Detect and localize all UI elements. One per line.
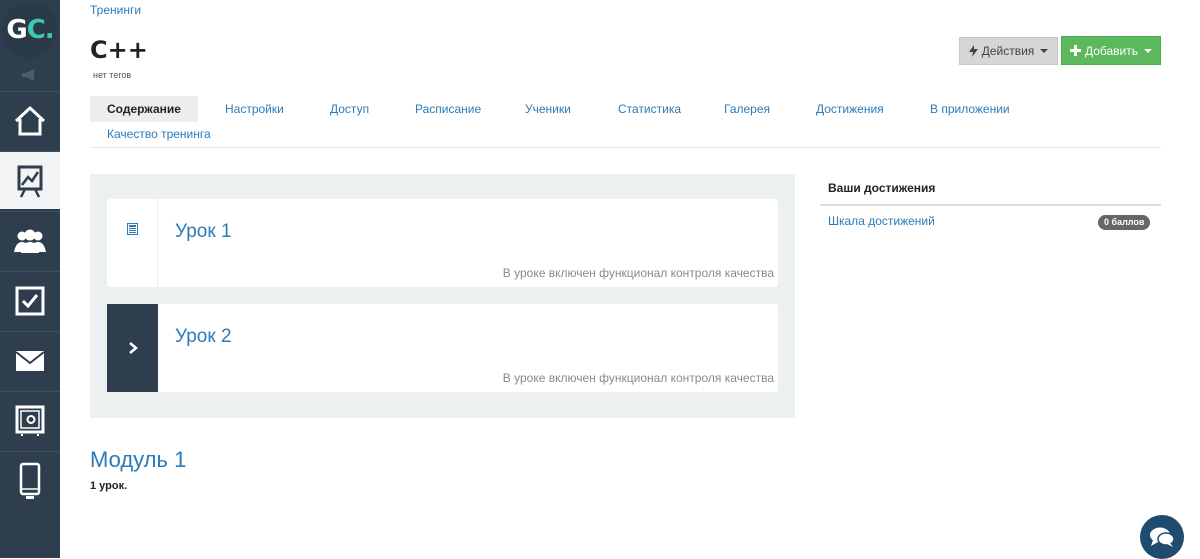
lesson-card[interactable]: Урок 2 В уроке включен функционал контро… xyxy=(107,304,778,392)
safe-icon xyxy=(15,405,45,436)
lesson-card[interactable]: Урок 1 В уроке включен функционал контро… xyxy=(107,199,778,287)
logo-letter-c: C. xyxy=(26,15,55,45)
chat-bubbles-icon xyxy=(1150,527,1175,547)
logo[interactable]: G C. xyxy=(0,0,60,60)
lesson-title[interactable]: Урок 1 xyxy=(175,221,232,243)
plus-icon xyxy=(1069,45,1081,56)
tab-gallery[interactable]: Галерея xyxy=(724,96,770,122)
sidebar-item-trainings[interactable] xyxy=(0,151,60,209)
breadcrumb-trainings[interactable]: Тренинги xyxy=(90,3,141,17)
megaphone-icon xyxy=(22,69,34,81)
tab-content[interactable]: Содержание xyxy=(90,96,198,122)
announcements-button[interactable] xyxy=(0,62,60,88)
chart-board-icon xyxy=(17,165,43,198)
achievements-title: Ваши достижения xyxy=(828,181,936,195)
sidebar-item-messages[interactable] xyxy=(0,331,60,389)
caret-down-icon xyxy=(1040,49,1049,53)
caret-down-icon xyxy=(1144,48,1153,53)
tab-training-quality[interactable]: Качество тренинга xyxy=(107,121,211,147)
tab-achievements[interactable]: Достижения xyxy=(816,96,884,122)
document-icon xyxy=(126,223,138,235)
tab-settings[interactable]: Настройки xyxy=(225,96,284,122)
achievements-scale-link[interactable]: Шкала достижений xyxy=(828,214,935,228)
sidebar-item-home[interactable] xyxy=(0,91,60,149)
tabs-divider xyxy=(90,147,1161,148)
logo-letter-g: G xyxy=(6,15,27,45)
module-title[interactable]: Модуль 1 xyxy=(90,447,186,473)
actions-label: Действия xyxy=(981,44,1035,58)
tags-label: нет тегов xyxy=(93,70,132,80)
lessons-list: Урок 1 В уроке включен функционал контро… xyxy=(90,174,795,418)
module-lesson-count: 1 урок. xyxy=(90,480,128,492)
sidebar-item-mobile[interactable] xyxy=(0,451,60,509)
sidebar-item-tasks[interactable] xyxy=(0,271,60,329)
page-title: C++ xyxy=(90,36,148,64)
tab-access[interactable]: Доступ xyxy=(330,96,369,122)
add-dropdown-button[interactable]: Добавить xyxy=(1061,36,1161,65)
lesson-quality-note: В уроке включен функционал контроля каче… xyxy=(502,266,774,280)
tab-in-app[interactable]: В приложении xyxy=(930,96,1010,122)
mail-icon xyxy=(15,350,45,371)
bolt-icon xyxy=(968,45,978,57)
chat-button[interactable] xyxy=(1140,515,1184,559)
points-badge: 0 баллов xyxy=(1098,215,1151,230)
sidebar: G C. xyxy=(0,0,60,558)
add-label: Добавить xyxy=(1084,43,1139,58)
lesson-quality-note: В уроке включен функционал контроля каче… xyxy=(502,371,774,385)
actions-dropdown-button[interactable]: Действия xyxy=(959,37,1058,65)
tab-statistics[interactable]: Статистика xyxy=(618,96,681,122)
sidebar-item-sales[interactable] xyxy=(0,391,60,449)
tab-schedule[interactable]: Расписание xyxy=(415,96,481,122)
lesson-icon-cell xyxy=(107,304,158,392)
chevron-right-icon xyxy=(128,342,138,354)
tab-students[interactable]: Ученики xyxy=(525,96,571,122)
lesson-title[interactable]: Урок 2 xyxy=(175,326,232,348)
checkbox-icon xyxy=(15,286,45,315)
users-icon xyxy=(14,229,46,253)
lesson-icon-cell xyxy=(107,199,158,287)
sidebar-item-users[interactable] xyxy=(0,211,60,269)
achievements-divider xyxy=(820,204,1161,206)
logo-mark: G C. xyxy=(2,2,58,58)
mobile-icon xyxy=(19,462,41,499)
home-icon xyxy=(14,106,46,135)
